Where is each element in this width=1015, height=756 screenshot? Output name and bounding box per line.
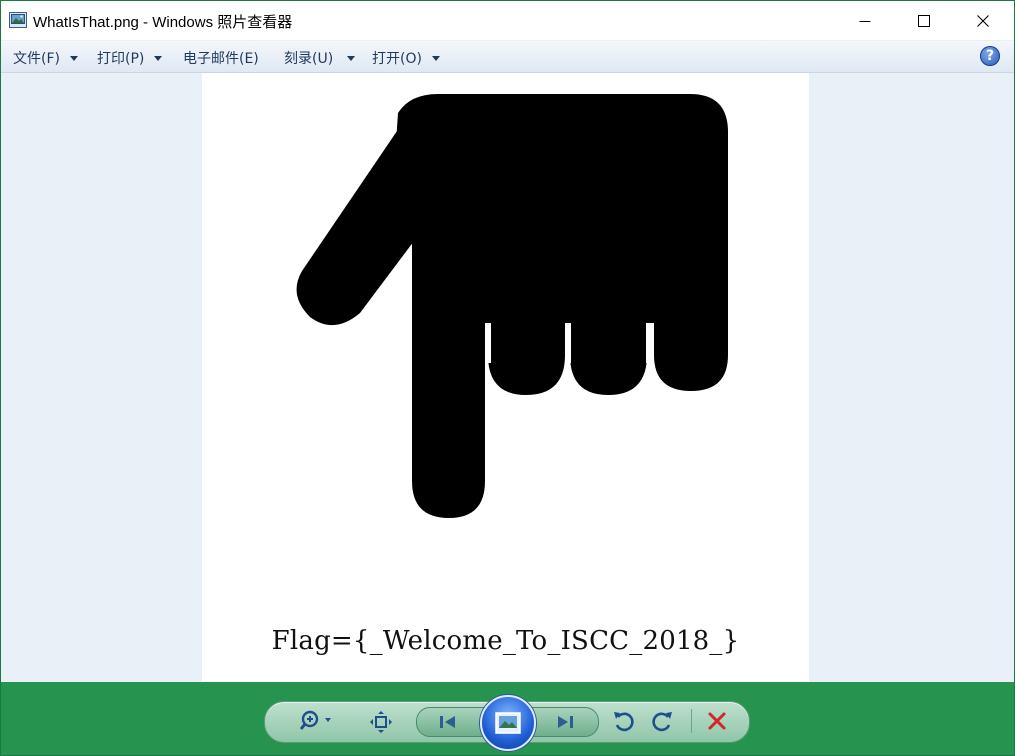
menu-email-label: 电子邮件(E) [183,51,259,67]
menu-open-label: 打开(O) [372,51,422,67]
menu-print-label: 打印(P) [97,51,145,67]
menu-burn[interactable]: 刻录(U) [284,48,356,68]
menu-bar: 文件(F) 打印(P) 电子邮件(E) 刻录(U) 打开(O) [1,41,1014,73]
close-icon [977,14,989,27]
slideshow-icon [495,712,521,734]
chevron-down-icon [347,55,356,61]
flag-caption: Flag={_Welcome_To_ISCC_2018_} [271,626,740,656]
title-bar[interactable]: WhatIsThat.png - Windows 照片查看器 [1,1,1014,40]
next-icon [558,716,573,728]
control-bar [1,682,1014,755]
delete-button[interactable] [704,708,730,734]
rotate-clockwise-button[interactable] [650,708,676,734]
maximize-icon [918,14,930,27]
pointing-down-hand-icon [296,94,728,518]
delete-icon [708,712,726,730]
minimize-icon [859,20,871,22]
menu-print[interactable]: 打印(P) [97,48,163,68]
maximize-button[interactable] [895,1,953,40]
zoom-button[interactable] [297,708,337,734]
fit-to-window-button[interactable] [368,709,394,735]
chevron-down-icon [154,55,163,61]
next-button[interactable] [529,707,599,737]
rotate-clockwise-icon [652,712,672,732]
chevron-down-icon [69,55,78,61]
photo-viewer-app-icon [9,12,27,28]
photo-viewer-window: WhatIsThat.png - Windows 照片查看器 文件(F) 打印(… [0,0,1015,756]
rotate-counterclockwise-button[interactable] [610,708,636,734]
previous-icon [440,716,455,728]
menu-email[interactable]: 电子邮件(E) [183,48,259,68]
minimize-button[interactable] [836,1,894,40]
chevron-down-icon [431,55,440,61]
image-viewer-area[interactable]: Flag={_Welcome_To_ISCC_2018_} [1,73,1014,682]
menu-file-label: 文件(F) [13,51,60,67]
displayed-image: Flag={_Welcome_To_ISCC_2018_} [202,73,809,682]
toolbar-divider [691,709,692,733]
help-label: ? [985,48,995,64]
zoom-icon [299,710,331,730]
help-icon[interactable]: ? [980,46,1000,66]
slideshow-button[interactable] [480,695,536,751]
close-button[interactable] [954,1,1012,40]
rotate-counterclockwise-icon [614,712,634,732]
fit-to-window-icon [370,711,392,733]
window-title: WhatIsThat.png - Windows 照片查看器 [33,14,293,31]
menu-file[interactable]: 文件(F) [13,48,78,68]
menu-burn-label: 刻录(U) [284,51,334,67]
previous-button[interactable] [416,707,486,737]
menu-open[interactable]: 打开(O) [372,48,440,68]
